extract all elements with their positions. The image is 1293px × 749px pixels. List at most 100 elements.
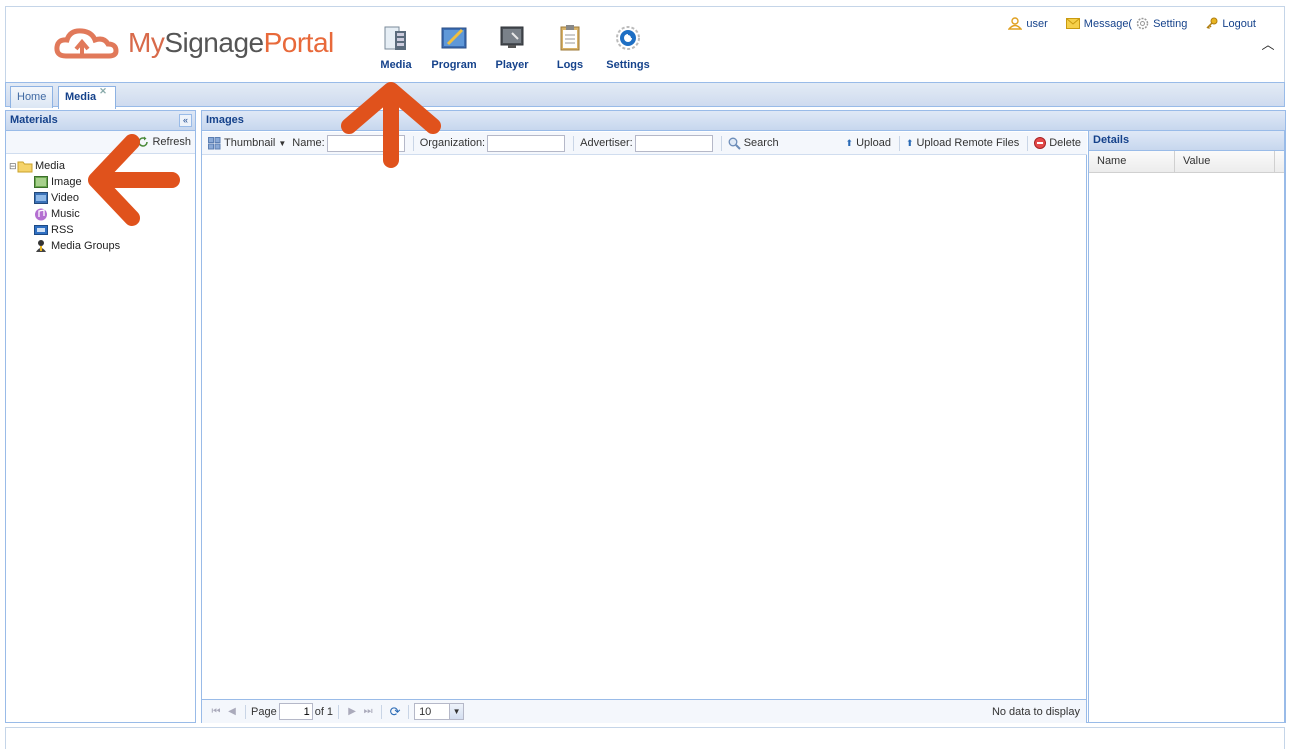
tab-media[interactable]: Media ✕ xyxy=(58,86,117,109)
advertiser-label: Advertiser: xyxy=(580,137,633,149)
tab-strip: Home Media ✕ xyxy=(5,82,1285,109)
upload-button[interactable]: ⬆ Upload xyxy=(846,137,891,149)
upload-remote-label: Upload Remote Files xyxy=(916,137,1020,149)
images-header: Images xyxy=(202,111,1285,131)
details-column-headers: Name Value xyxy=(1089,151,1284,173)
thumbnail-dropdown[interactable]: Thumbnail ▼ xyxy=(208,136,287,150)
delete-icon xyxy=(1034,137,1047,149)
settings-icon xyxy=(613,23,643,53)
logs-icon xyxy=(555,23,585,53)
user-bar: user Message( Setting Logout xyxy=(1008,17,1256,30)
organization-label: Organization: xyxy=(419,137,486,149)
chevron-down-icon: ▼ xyxy=(449,704,464,719)
key-icon xyxy=(1206,17,1218,30)
page-of-label: of 1 xyxy=(314,705,334,718)
nav-program[interactable]: Program xyxy=(424,23,484,71)
tree-node-image[interactable]: Image xyxy=(9,174,195,190)
toolbar-separator xyxy=(573,135,575,151)
next-page-icon[interactable]: ▶ xyxy=(344,704,360,720)
tree-label-video: Video xyxy=(51,192,79,204)
nav-media-label: Media xyxy=(380,59,412,71)
page-input[interactable] xyxy=(278,703,313,720)
tree-node-video[interactable]: Video xyxy=(9,190,195,206)
tree-label-image: Image xyxy=(51,176,82,188)
image-icon xyxy=(33,175,49,189)
setting-label: Setting xyxy=(1153,17,1188,30)
nav-player-label: Player xyxy=(495,59,529,71)
name-label: Name: xyxy=(292,137,325,149)
upload-arrow-icon: ⬆ xyxy=(845,137,854,148)
rss-icon xyxy=(33,223,49,237)
logo[interactable]: MySignagePortal xyxy=(54,23,334,63)
prev-page-icon[interactable]: ◀ xyxy=(224,704,240,720)
message-link[interactable]: Message( Setting xyxy=(1065,17,1188,30)
collapse-left-icon[interactable]: « xyxy=(179,114,192,127)
materials-toolbar: Refresh xyxy=(6,131,195,154)
caret-down-icon: ▼ xyxy=(278,138,287,148)
tree-label-media: Media xyxy=(35,160,65,172)
pager-separator xyxy=(245,704,246,719)
images-grid[interactable] xyxy=(202,155,1087,699)
delete-button[interactable]: Delete xyxy=(1034,137,1081,149)
close-icon[interactable]: ✕ xyxy=(99,87,109,97)
page-size-select[interactable]: 10 ▼ xyxy=(414,703,465,720)
details-column-name[interactable]: Name xyxy=(1089,151,1175,172)
pager-separator xyxy=(408,704,410,719)
logout-link[interactable]: Logout xyxy=(1205,17,1256,30)
tree-label-music: Music xyxy=(51,208,80,220)
user-icon xyxy=(1008,17,1023,30)
chevron-up-icon[interactable]: ︿ xyxy=(1260,37,1276,53)
tree-node-media-groups[interactable]: Media Groups xyxy=(9,238,195,254)
program-icon xyxy=(439,23,469,53)
media-tree: ⊟ Media Image Video Music RSS Media Grou… xyxy=(6,154,195,254)
app-header: MySignagePortal Media Program Player Log… xyxy=(5,6,1285,82)
pager-message: No data to display xyxy=(991,705,1080,718)
tree-node-music[interactable]: Music xyxy=(9,206,195,222)
logo-text-my: My xyxy=(128,27,165,58)
refresh-label: Refresh xyxy=(152,136,191,148)
nav-logs-label: Logs xyxy=(556,59,584,71)
user-link[interactable]: user xyxy=(1008,17,1048,30)
nav-player[interactable]: Player xyxy=(482,23,542,71)
tab-home[interactable]: Home xyxy=(10,86,54,108)
pager-separator xyxy=(338,704,340,719)
thumbnail-icon xyxy=(208,136,221,149)
logo-text-signage: Signage xyxy=(164,27,264,58)
materials-title: Materials xyxy=(10,114,58,126)
tree-node-rss[interactable]: RSS xyxy=(9,222,195,238)
nav-settings[interactable]: Settings xyxy=(598,23,658,71)
materials-header: Materials « xyxy=(6,111,195,131)
nav-logs[interactable]: Logs xyxy=(540,23,600,71)
search-icon xyxy=(728,137,741,150)
toolbar-separator xyxy=(720,135,722,151)
refresh-button[interactable]: Refresh xyxy=(137,136,191,148)
thumbnail-label: Thumbnail xyxy=(224,137,276,149)
tree-expand-icon[interactable]: ⊟ xyxy=(9,161,17,172)
gear-icon xyxy=(1136,17,1149,30)
details-column-value[interactable]: Value xyxy=(1175,151,1275,172)
organization-input[interactable] xyxy=(487,134,566,152)
group-icon xyxy=(33,239,49,253)
message-label: Message( xyxy=(1083,17,1133,30)
images-title: Images xyxy=(206,114,244,126)
upload-label: Upload xyxy=(856,137,891,149)
video-icon xyxy=(33,191,49,205)
folder-icon xyxy=(17,159,33,173)
search-label: Search xyxy=(743,137,779,149)
nav-program-label: Program xyxy=(431,59,477,71)
refresh-grid-icon[interactable]: ⟳ xyxy=(387,704,403,720)
nav-media[interactable]: Media xyxy=(366,23,426,71)
tree-node-media[interactable]: ⊟ Media xyxy=(9,158,195,174)
first-page-icon[interactable]: ⏮ xyxy=(208,704,224,720)
cloud-logo-icon xyxy=(54,28,119,59)
logo-text-portal: Portal xyxy=(263,27,335,58)
upload-remote-arrow-icon: ⬆ xyxy=(905,137,914,148)
advertiser-input[interactable] xyxy=(634,134,713,152)
last-page-icon[interactable]: ⏭ xyxy=(360,704,376,720)
name-input[interactable] xyxy=(326,134,405,152)
images-toolbar: Thumbnail ▼ Name: Organization: Advertis… xyxy=(202,132,1087,155)
upload-remote-button[interactable]: ⬆ Upload Remote Files xyxy=(906,137,1019,149)
footer-bar xyxy=(5,727,1285,749)
search-button[interactable]: Search xyxy=(728,137,779,150)
player-icon xyxy=(497,23,527,53)
